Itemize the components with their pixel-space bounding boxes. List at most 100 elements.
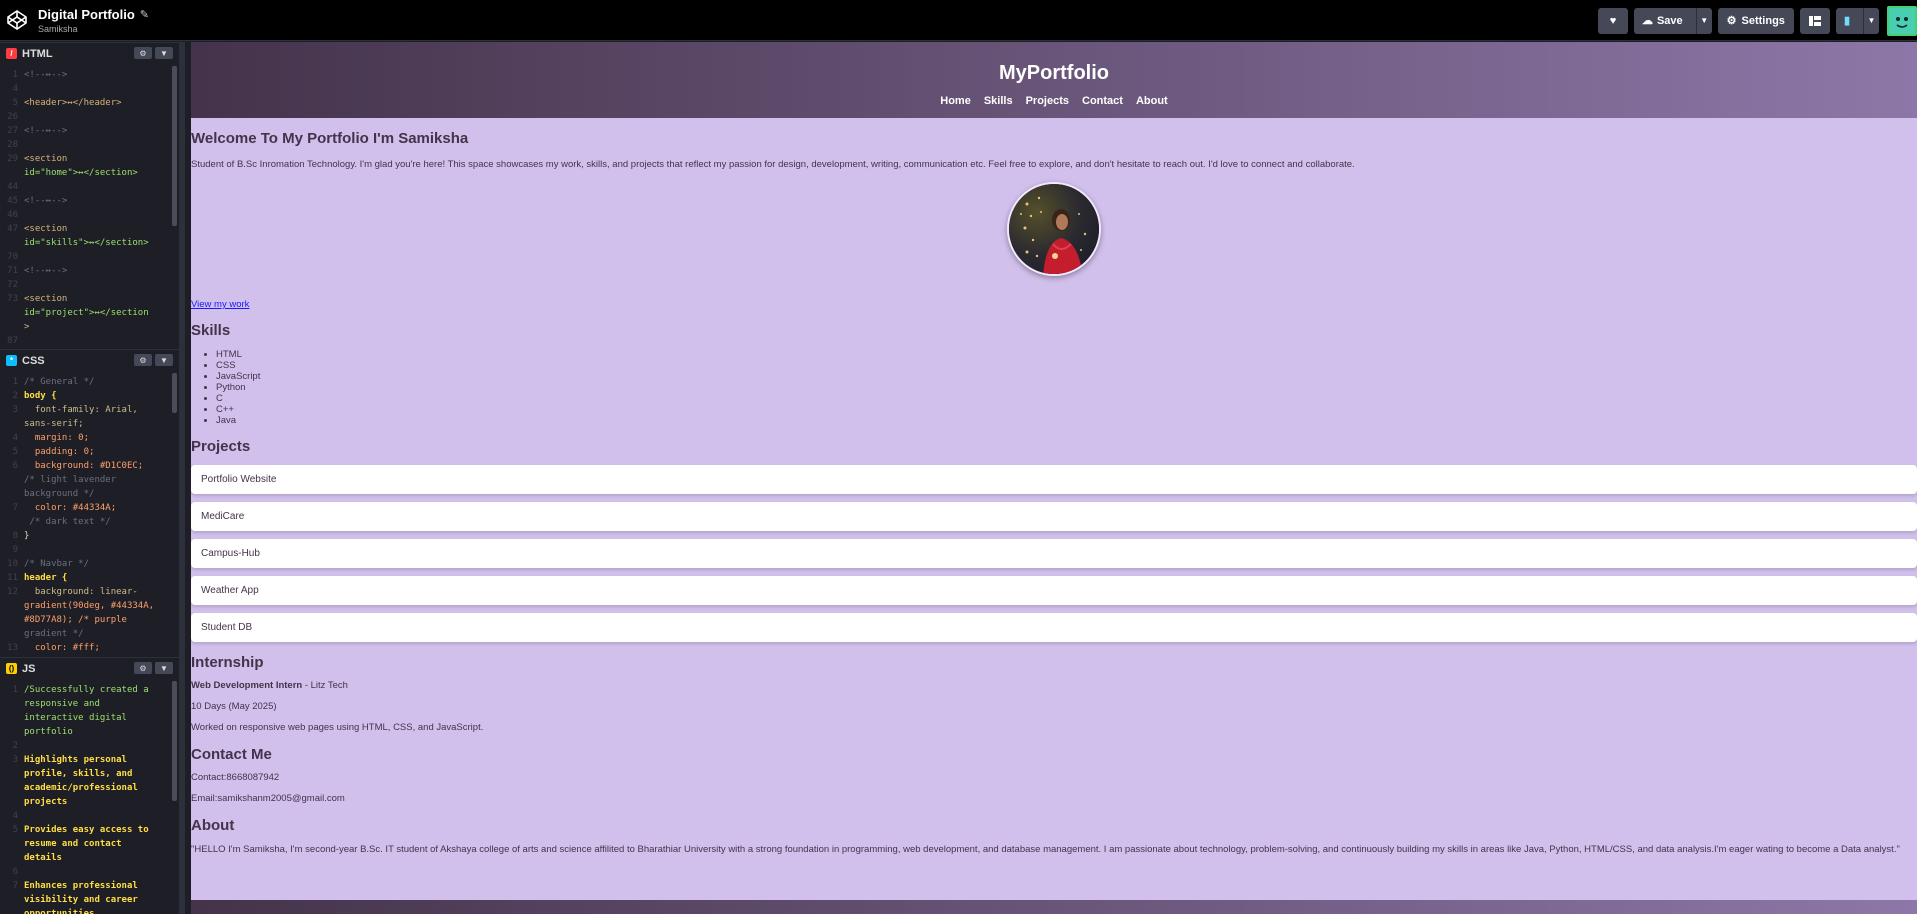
code-line[interactable]: 3 font-family: Arial, — [0, 403, 179, 417]
save-button[interactable]: ☁ Save ▼ — [1633, 7, 1712, 34]
pen-title[interactable]: Digital Portfolio — [38, 7, 135, 22]
code-line[interactable]: 4 — [0, 82, 179, 96]
code-line[interactable]: 72 — [0, 278, 179, 292]
code-line[interactable]: gradient */ — [0, 627, 179, 641]
code-line[interactable]: 2 — [0, 739, 179, 753]
code-line[interactable]: 28 — [0, 138, 179, 152]
code-line[interactable]: 4 — [0, 809, 179, 823]
chevron-down-icon[interactable]: ▼ — [155, 662, 173, 674]
gear-icon[interactable]: ⚙ — [134, 354, 152, 366]
code-line[interactable]: resume and contact — [0, 837, 179, 851]
line-number — [0, 627, 24, 641]
code-line[interactable]: > — [0, 320, 179, 334]
code-line[interactable]: id="project">↔</section — [0, 306, 179, 320]
code-line[interactable]: background */ — [0, 487, 179, 501]
project-card[interactable]: Weather App — [191, 576, 1917, 605]
chevron-down-icon[interactable]: ▼ — [155, 354, 173, 366]
nav-skills[interactable]: Skills — [984, 95, 1013, 107]
line-number: 47 — [7, 224, 18, 234]
project-card[interactable]: Student DB — [191, 613, 1917, 642]
code-line[interactable]: 10 /* Navbar */ — [0, 557, 179, 571]
code-line[interactable]: 5 Provides easy access to — [0, 823, 179, 837]
code-line[interactable]: 6 background: #D1C0EC; — [0, 459, 179, 473]
code-line[interactable]: 7 color: #44334A; — [0, 501, 179, 515]
gear-icon[interactable]: ⚙ — [134, 662, 152, 674]
nav-projects[interactable]: Projects — [1026, 95, 1069, 107]
code-line[interactable]: 11 header { — [0, 571, 179, 585]
code-line[interactable]: 7 Enhances professional — [0, 879, 179, 893]
code-line[interactable]: details — [0, 851, 179, 865]
code-line[interactable]: profile, skills, and — [0, 767, 179, 781]
code-line[interactable]: 2 body { — [0, 389, 179, 403]
codepen-logo-icon[interactable] — [6, 9, 28, 31]
project-card[interactable]: MediCare — [191, 502, 1917, 531]
code-line[interactable]: 13 color: #fff; — [0, 641, 179, 655]
edit-title-icon[interactable]: ✎ — [140, 8, 149, 21]
user-avatar[interactable] — [1887, 5, 1917, 36]
code-line[interactable]: sans-serif; — [0, 417, 179, 431]
code-line[interactable]: 5 padding: 0; — [0, 445, 179, 459]
code-line[interactable]: /* light lavender — [0, 473, 179, 487]
nav-home[interactable]: Home — [940, 95, 971, 107]
code-line[interactable]: #8D77A8); /* purple — [0, 613, 179, 627]
code-line[interactable]: visibility and career — [0, 893, 179, 907]
line-number — [0, 697, 24, 711]
js-code-editor[interactable]: 1/Successfully created a responsive and in… — [0, 679, 179, 914]
code-line[interactable]: gradient(90deg, #44334A, — [0, 599, 179, 613]
code-line[interactable]: portfolio — [0, 725, 179, 739]
js-scrollbar[interactable] — [172, 681, 177, 801]
css-pane-header: * CSS ⚙ ▼ — [0, 349, 179, 371]
layout-button[interactable] — [1799, 7, 1830, 34]
project-card[interactable]: Campus-Hub — [191, 539, 1917, 568]
code-line[interactable]: opportunities — [0, 907, 179, 914]
code-line[interactable]: interactive digital — [0, 711, 179, 725]
code-line[interactable]: 87 — [0, 334, 179, 348]
code-line[interactable]: projects — [0, 795, 179, 809]
code-text: background: linear- — [24, 587, 138, 597]
code-line[interactable]: 70 — [0, 250, 179, 264]
nav-about[interactable]: About — [1136, 95, 1168, 107]
code-line[interactable]: 46 — [0, 208, 179, 222]
code-text: id="project">↔</section — [24, 308, 149, 318]
author-name[interactable]: Samiksha — [38, 24, 149, 34]
chevron-down-icon[interactable]: ▼ — [1695, 7, 1712, 34]
code-line[interactable]: 3 Highlights personal — [0, 753, 179, 767]
code-line[interactable]: 45 <!--↔--> — [0, 194, 179, 208]
code-line[interactable]: 9 — [0, 543, 179, 557]
code-line[interactable]: 8} — [0, 529, 179, 543]
about-text: "HELLO I'm Samiksha, I'm second-year B.S… — [191, 844, 1900, 855]
code-line[interactable]: academic/professional — [0, 781, 179, 795]
chevron-down-icon[interactable]: ▼ — [155, 47, 173, 59]
code-line[interactable]: 27 <!--↔--> — [0, 124, 179, 138]
nav-contact[interactable]: Contact — [1082, 95, 1123, 107]
skills-list: HTML CSS JavaScript Python C C++ Java — [216, 349, 1917, 426]
code-line[interactable]: /* dark text */ — [0, 515, 179, 529]
code-line[interactable]: responsive and — [0, 697, 179, 711]
code-line[interactable]: id="skills">↔</section> — [0, 236, 179, 250]
code-line[interactable]: 29 <section — [0, 152, 179, 166]
code-line[interactable]: 1 /* General */ — [0, 375, 179, 389]
chevron-down-icon[interactable]: ▼ — [1863, 7, 1879, 34]
code-line[interactable]: 47 <section — [0, 222, 179, 236]
code-line[interactable]: 26 — [0, 110, 179, 124]
html-scrollbar[interactable] — [172, 66, 177, 226]
bookmark-button[interactable]: ▮ ▼ — [1835, 7, 1879, 34]
settings-button[interactable]: ⚙ Settings — [1717, 7, 1794, 34]
view-my-work-link[interactable]: View my work — [191, 299, 1917, 310]
code-line[interactable]: 5 <header>↔</header> — [0, 96, 179, 110]
code-line[interactable]: 1/Successfully created a — [0, 683, 179, 697]
project-card[interactable]: Portfolio Website — [191, 465, 1917, 494]
code-line[interactable]: 71 <!--↔--> — [0, 264, 179, 278]
code-line[interactable]: 1 <!--↔--> — [0, 68, 179, 82]
html-code-editor[interactable]: 1 <!--↔--> 4 5 <header>↔</header> 26 27 <!--↔--… — [0, 64, 179, 348]
code-line[interactable]: 6 — [0, 865, 179, 879]
heart-button[interactable]: ♥ — [1597, 7, 1628, 34]
gear-icon[interactable]: ⚙ — [134, 47, 152, 59]
code-line[interactable]: 73 <section — [0, 292, 179, 306]
css-code-editor[interactable]: 1 /* General */ 2 body {3 font-family: Aria… — [0, 371, 179, 655]
css-scrollbar[interactable] — [172, 373, 177, 413]
code-line[interactable]: id="home">↔</section> — [0, 166, 179, 180]
code-line[interactable]: 12 background: linear- — [0, 585, 179, 599]
code-line[interactable]: 4 margin: 0; — [0, 431, 179, 445]
code-line[interactable]: 44 — [0, 180, 179, 194]
